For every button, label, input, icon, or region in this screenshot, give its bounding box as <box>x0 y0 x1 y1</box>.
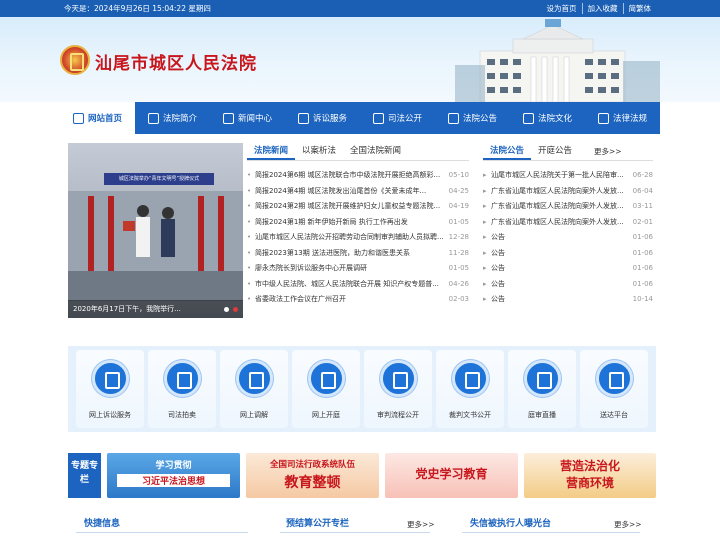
document-icon <box>163 360 201 397</box>
check-icon <box>595 360 633 397</box>
news-icon <box>222 112 234 124</box>
clipboard-icon <box>307 360 345 397</box>
special-topics: 专题专栏 学习贯彻 习近平法治思想 全国司法行政系统队伍 教育整顿 党史学习教育… <box>68 453 656 498</box>
notice-list: ▸ 汕尾市城区人民法院关于第一批人民陪审... 06-28 ▸ 广东省汕尾市城区人民法… <box>483 168 653 308</box>
main-nav: 网站首页 法院简介 新闻中心 诉讼服务 司法公开 法院公告 法院文化 法律法规 <box>60 102 660 134</box>
slide-dot-2[interactable] <box>233 307 238 312</box>
list-item[interactable]: • 简报2023第13期 送法进医院，助力和谐医患关系 11-28 <box>247 246 469 262</box>
list-item[interactable]: ▸ 公告 01-06 <box>483 277 653 293</box>
service-judicial-auction[interactable]: 司法拍卖 <box>148 350 216 428</box>
list-item[interactable]: ▸ 汕尾市城区人民法院关于第一批人民陪审... 06-28 <box>483 168 653 184</box>
list-item[interactable]: • 简报2024第4期 城区法院发出汕尾首份《关爱未成年... 04-25 <box>247 184 469 200</box>
court-icon <box>597 112 609 124</box>
service-delivery-platform[interactable]: 送达平台 <box>580 350 648 428</box>
list-item[interactable]: • 汕尾市城区人民法院公开招聘劳动合同制审判辅助人员拟聘... 12-28 <box>247 230 469 246</box>
home-icon <box>72 112 84 124</box>
service-judgment-docs[interactable]: 裁判文书公开 <box>436 350 504 428</box>
service-online-litigation[interactable]: 网上诉讼服务 <box>76 350 144 428</box>
top-links: 设为首页 加入收藏 简繁体 <box>542 3 657 14</box>
top-bar: 今天是：2024年9月26日 15:04:22 星期四 设为首页 加入收藏 简繁… <box>0 0 720 17</box>
list-item[interactable]: ▸ 广东省汕尾市城区人民法院向案外人发放... 06-04 <box>483 184 653 200</box>
org-icon <box>147 112 159 124</box>
court-building-image <box>455 19 660 102</box>
dishonest-debtor-title: 失信被执行人曝光台 <box>470 519 552 529</box>
list-item[interactable]: ▸ 广东省汕尾市城区人民法院向案外人发放... 02-01 <box>483 215 653 231</box>
simplified-traditional-link[interactable]: 简繁体 <box>622 3 657 14</box>
news-list: • 简报2024第6期 城区法院联合市中级法院开展拒绝高额彩... 05-10 • 简… <box>247 168 469 308</box>
divider <box>462 532 640 533</box>
tab-case-analysis[interactable]: 以案析法 <box>295 143 343 160</box>
list-item[interactable]: ▸ 公告 01-06 <box>483 246 653 262</box>
nav-item-litigation-service[interactable]: 诉讼服务 <box>285 102 360 134</box>
list-item[interactable]: ▸ 公告 01-06 <box>483 261 653 277</box>
set-homepage-link[interactable]: 设为首页 <box>542 3 582 14</box>
nav-item-court-notice[interactable]: 法院公告 <box>435 102 510 134</box>
notice-more-link[interactable]: 更多>> <box>594 146 622 157</box>
budget-disclosure-title: 预结算公开专栏 <box>286 519 350 529</box>
service-trial-live[interactable]: 庭审直播 <box>508 350 576 428</box>
chat-icon <box>297 112 309 124</box>
site-header: 汕尾市城区人民法院 <box>0 17 720 102</box>
special-tag: 专题专栏 <box>68 453 101 498</box>
people-icon <box>523 360 561 397</box>
book-icon <box>379 360 417 397</box>
slide-dot-1[interactable] <box>224 307 229 312</box>
slide-photo <box>68 191 243 301</box>
tab-hearing-notice[interactable]: 开庭公告 <box>531 143 579 160</box>
list-item[interactable]: ▸ 公告 10-14 <box>483 292 653 308</box>
nav-item-news-center[interactable]: 新闻中心 <box>210 102 285 134</box>
notice-tabs: 法院公告 开庭公告 <box>483 143 653 161</box>
service-online-mediation[interactable]: 网上调解 <box>220 350 288 428</box>
list-item[interactable]: • 省委政法工作会议在广州召开 02-03 <box>247 292 469 308</box>
service-trial-process[interactable]: 审判流程公开 <box>364 350 432 428</box>
nav-item-laws[interactable]: 法律法规 <box>585 102 660 134</box>
tab-national-court-news[interactable]: 全国法院新闻 <box>343 143 408 160</box>
list-item[interactable]: • 市中级人民法院、城区人民法院联合开展 知识产权专题普... 04-26 <box>247 277 469 293</box>
share-icon <box>451 360 489 397</box>
service-online-hearing[interactable]: 网上开庭 <box>292 350 360 428</box>
alert-icon <box>235 360 273 397</box>
court-emblem-logo <box>60 45 90 75</box>
banner-business-environment[interactable]: 营造法治化 营商环境 <box>524 453 656 498</box>
news-slider[interactable]: 城区法院举办“青年文明号”授牌仪式 2020年6月17日下午，我院举行... <box>68 143 243 318</box>
nav-item-court-culture[interactable]: 法院文化 <box>510 102 585 134</box>
banner-team-education[interactable]: 全国司法行政系统队伍 教育整顿 <box>246 453 379 498</box>
slide-caption: 2020年6月17日下午，我院举行... <box>68 300 243 318</box>
budget-more-link[interactable]: 更多>> <box>407 519 435 530</box>
nav-item-judicial-openness[interactable]: 司法公开 <box>360 102 435 134</box>
cursor-icon <box>91 360 129 397</box>
list-item[interactable]: • 简报2024第1期 新年伊始开新局 执行工作再出发 01-05 <box>247 215 469 231</box>
banner-xi-law-thought[interactable]: 学习贯彻 习近平法治思想 <box>107 453 240 498</box>
mail-icon <box>372 112 384 124</box>
site-title: 汕尾市城区人民法院 <box>95 54 257 74</box>
list-item[interactable]: ▸ 广东省汕尾市城区人民法院向案外人发放... 03-11 <box>483 199 653 215</box>
divider <box>280 532 430 533</box>
list-item[interactable]: • 简报2024第2期 城区法院开展维护妇女儿童权益专题法院... 04-19 <box>247 199 469 215</box>
nav-item-home[interactable]: 网站首页 <box>60 102 135 134</box>
service-panel: 网上诉讼服务 司法拍卖 网上调解 网上开庭 审判流程公开 裁判文书公开 庭审直播… <box>68 346 656 432</box>
tab-court-notice[interactable]: 法院公告 <box>483 143 532 160</box>
nav-item-court-intro[interactable]: 法院简介 <box>135 102 210 134</box>
dishonest-more-link[interactable]: 更多>> <box>614 519 642 530</box>
divider <box>76 532 248 533</box>
current-date: 今天是：2024年9月26日 15:04:22 星期四 <box>64 4 211 13</box>
list-item[interactable]: ▸ 公告 01-06 <box>483 230 653 246</box>
list-item[interactable]: • 简报2024第6期 城区法院联合市中级法院开展拒绝高额彩... 05-10 <box>247 168 469 184</box>
list-item[interactable]: • 廖永杰院长到诉讼服务中心开展调研 01-05 <box>247 261 469 277</box>
banner-party-history[interactable]: 党史学习教育 <box>385 453 518 498</box>
add-favorite-link[interactable]: 加入收藏 <box>581 3 623 14</box>
scale-icon <box>522 112 534 124</box>
notice-icon <box>447 112 459 124</box>
quick-info-title: 快捷信息 <box>84 519 121 529</box>
slide-banner-text: 城区法院举办“青年文明号”授牌仪式 <box>104 173 214 185</box>
tab-court-news[interactable]: 法院新闻 <box>247 143 296 160</box>
news-tabs: 法院新闻 以案析法 全国法院新闻 <box>247 143 469 161</box>
